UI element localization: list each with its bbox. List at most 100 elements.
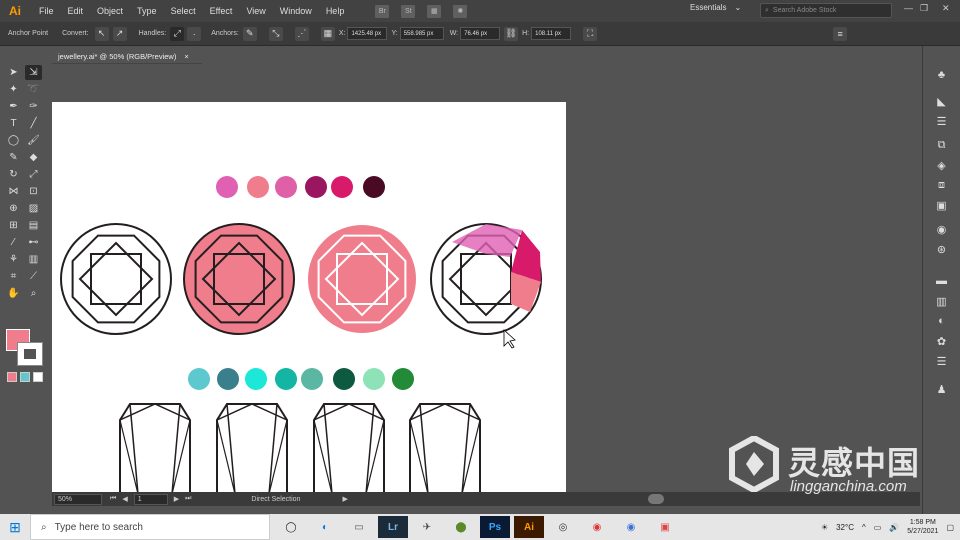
appearance-panel-icon[interactable]: ◉ (935, 222, 949, 236)
w-field[interactable]: 76.46 px (460, 27, 501, 40)
powerpoint-icon[interactable]: ▣ (650, 516, 680, 538)
width-tool-icon[interactable]: ⋈ (5, 184, 22, 199)
libraries-panel-icon[interactable]: ☰ (935, 114, 949, 128)
volume-icon[interactable]: 🔊 (889, 523, 899, 532)
cut-path-icon[interactable]: ⋰ (294, 26, 309, 41)
stock-icon[interactable]: St (401, 4, 416, 18)
edge-icon[interactable]: ◐ (310, 516, 340, 538)
app-green-icon[interactable]: ⬤ (446, 516, 476, 538)
gpu-performance-icon[interactable]: ✺ (453, 4, 468, 18)
scale-tool-icon[interactable]: ⤢ (25, 167, 42, 182)
close-tab-icon[interactable]: × (184, 52, 188, 61)
teal-swatch[interactable] (301, 368, 323, 390)
status-menu-icon[interactable]: ▶ (342, 495, 347, 503)
document-tab[interactable]: jewellery.ai* @ 50% (RGB/Preview) × (52, 50, 202, 64)
teal-swatch[interactable] (363, 368, 385, 390)
pink-swatch[interactable] (247, 176, 269, 198)
taskbar-search-box[interactable]: ⌕ Type here to search (30, 514, 270, 540)
horizontal-scroll-thumb[interactable] (648, 494, 664, 504)
isolate-icon[interactable]: ▦ (320, 26, 335, 41)
photoshop-icon[interactable]: Ps (480, 516, 510, 538)
stroke-swatch[interactable] (17, 342, 43, 366)
y-field[interactable]: 558.985 px (399, 27, 444, 40)
eraser-icon[interactable]: ◆ (25, 150, 42, 165)
app-bird-icon[interactable]: ✈ (412, 516, 442, 538)
paintbrush-icon[interactable]: 🖌 (25, 133, 42, 148)
artboard[interactable] (52, 102, 566, 492)
h-field[interactable]: 108.11 px (531, 27, 572, 40)
menu-edit[interactable]: Edit (61, 6, 91, 16)
weather-icon[interactable]: ☀ (821, 523, 828, 532)
clock[interactable]: 1:58 PM 5/27/2021 (907, 518, 938, 536)
teal-swatch[interactable] (392, 368, 414, 390)
slice-tool-icon[interactable]: ⟋ (25, 269, 42, 284)
perspective-grid-icon[interactable]: ▨ (25, 201, 42, 216)
selection-tool-icon[interactable]: ➤ (5, 65, 22, 80)
menu-view[interactable]: View (239, 6, 272, 16)
artboards-panel-icon[interactable]: ⧈ (935, 178, 949, 192)
x-field[interactable]: 1425.48 px (347, 27, 388, 40)
workspace-switcher[interactable]: Essentials ⌄ (690, 3, 741, 12)
maximize-icon[interactable]: ❐ (920, 3, 928, 14)
layers-panel-icon[interactable]: ◈ (935, 158, 949, 172)
notifications-icon[interactable]: ▢ (946, 523, 954, 532)
teal-swatch[interactable] (333, 368, 355, 390)
color-guide-icon[interactable]: ✿ (935, 334, 949, 348)
stock-search-input[interactable]: ⌕ Search Adobe Stock (760, 3, 892, 18)
canvas-area[interactable] (52, 64, 920, 492)
puppet-warp-icon[interactable]: ♟ (935, 382, 949, 396)
menu-file[interactable]: File (32, 6, 61, 16)
curvature-tool-icon[interactable]: ✑ (25, 99, 42, 114)
menu-type[interactable]: Type (130, 6, 164, 16)
hand-tool-icon[interactable]: ✋ (5, 286, 22, 301)
zoom-level-field[interactable]: 50% (54, 493, 102, 505)
show-handles-icon[interactable]: ⤢ (170, 26, 185, 41)
convert-smooth-icon[interactable]: ↗ (112, 26, 127, 41)
line-tool-icon[interactable]: ╱ (25, 116, 42, 131)
none-mode-icon[interactable] (33, 372, 43, 382)
pen-tool-icon[interactable]: ✒ (5, 99, 22, 114)
column-graph-icon[interactable]: ▥ (25, 252, 42, 267)
blend-tool-icon[interactable]: ⊷ (25, 235, 42, 250)
gem-pink-filled[interactable] (183, 223, 295, 335)
pink-swatch[interactable] (275, 176, 297, 198)
properties-panel-icon[interactable]: ◣ (935, 94, 949, 108)
type-tool-icon[interactable]: T (5, 116, 22, 131)
chevron-up-icon[interactable]: ^ (862, 523, 866, 532)
ellipse-tool-icon[interactable]: ◯ (5, 133, 22, 148)
direct-selection-cursor-icon[interactable] (503, 329, 516, 349)
windows-start-icon[interactable]: ⊞ (0, 514, 30, 540)
network-icon[interactable]: ▭ (874, 523, 882, 532)
rotate-tool-icon[interactable]: ↻ (5, 167, 22, 182)
symbols-panel-icon[interactable]: ♣ (935, 68, 949, 82)
symbol-sprayer-icon[interactable]: ⚘ (5, 252, 22, 267)
link-icon[interactable]: ⛓ (504, 26, 519, 41)
task-view-icon[interactable]: ◯ (276, 516, 306, 538)
file-explorer-icon[interactable]: ▭ (344, 516, 374, 538)
direct-selection-tool-icon[interactable]: ⇲ (25, 65, 42, 80)
teal-swatch[interactable] (275, 368, 297, 390)
asset-export-icon[interactable]: ▣ (935, 198, 949, 212)
transform-panel-icon[interactable]: ⧉ (935, 138, 949, 152)
pink-swatch[interactable] (216, 176, 238, 198)
bridge-icon[interactable]: Br (375, 4, 390, 18)
pink-swatch[interactable] (363, 176, 385, 198)
align-panel-icon[interactable]: ☰ (935, 354, 949, 368)
menu-object[interactable]: Object (90, 6, 130, 16)
menu-effect[interactable]: Effect (203, 6, 240, 16)
shape-builder-icon[interactable]: ⊕ (5, 201, 22, 216)
free-transform-icon[interactable]: ⊡ (25, 184, 42, 199)
arrange-documents-icon[interactable]: ▦ (427, 4, 442, 18)
teal-swatch[interactable] (245, 368, 267, 390)
connect-anchors-icon[interactable]: ⤡ (268, 26, 283, 41)
chrome-icon[interactable]: ◉ (582, 516, 612, 538)
prev-artboard-icon[interactable]: ◀ (122, 495, 127, 503)
stroke-panel-icon[interactable]: ▬ (935, 274, 949, 288)
illustrator-taskbar-icon[interactable]: Ai (514, 516, 544, 538)
transform-icon[interactable]: ⛶ (583, 26, 598, 41)
hide-handles-icon[interactable]: · (187, 26, 202, 41)
eyedropper-icon[interactable]: ⁄ (5, 235, 22, 250)
transparency-panel-icon[interactable]: ◐ (935, 314, 949, 328)
gradient-panel-icon[interactable]: ▥ (935, 294, 949, 308)
menu-select[interactable]: Select (164, 6, 203, 16)
